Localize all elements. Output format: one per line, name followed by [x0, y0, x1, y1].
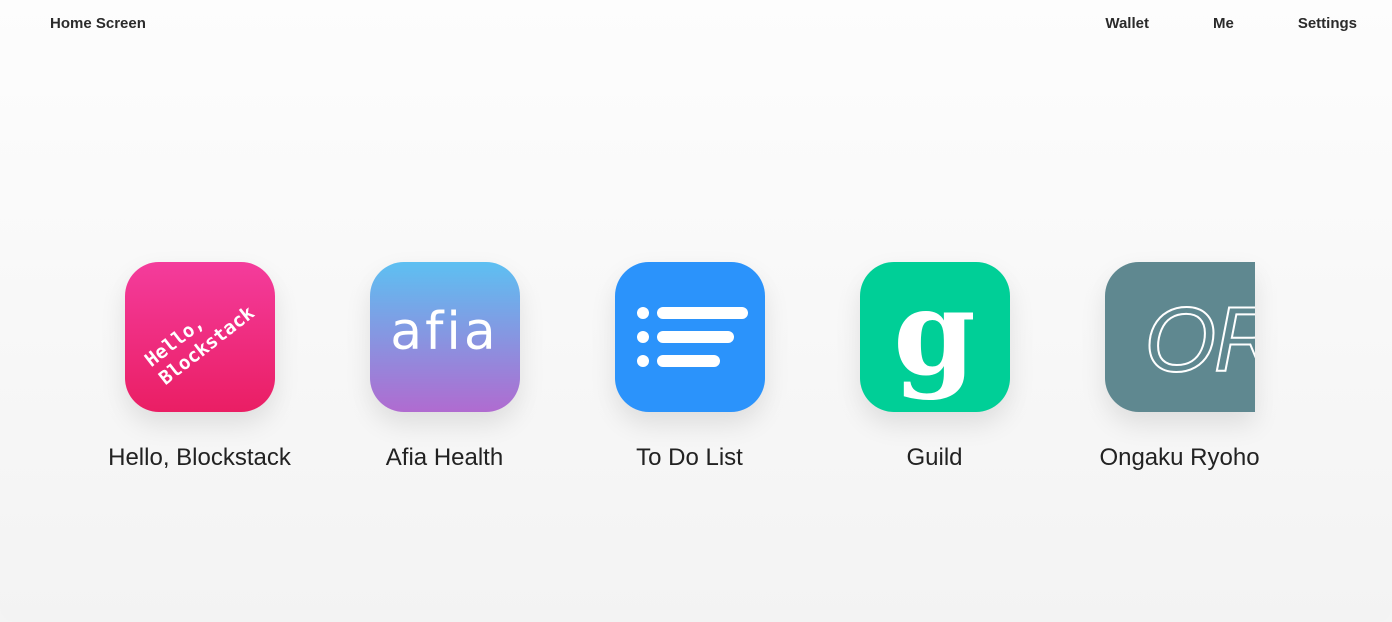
home-screen-window: Home Screen Wallet Me Settings Hello, Bl…: [0, 0, 1392, 622]
app-label[interactable]: Afia Health: [386, 444, 503, 472]
app-ongaku-ryoho[interactable]: OR Ongaku Ryoho: [1057, 262, 1302, 472]
app-label[interactable]: To Do List: [636, 444, 743, 472]
app-guild[interactable]: g Guild: [812, 262, 1057, 472]
list-lines-icon: [636, 307, 748, 367]
todo-list-icon[interactable]: [614, 262, 765, 412]
ongaku-ryoho-icon[interactable]: OR: [1104, 262, 1255, 412]
app-todo-list[interactable]: To Do List: [567, 262, 812, 472]
nav-me[interactable]: Me: [1213, 15, 1234, 32]
app-label[interactable]: Ongaku Ryoho: [1099, 444, 1259, 472]
guild-icon[interactable]: g: [859, 262, 1010, 412]
afia-health-icon-text: afia: [390, 302, 499, 362]
app-grid: Hello, Blockstack Hello, Blockstack afia…: [0, 262, 1392, 492]
hello-blockstack-icon[interactable]: Hello, Blockstack: [124, 262, 275, 412]
nav-home-screen[interactable]: Home Screen: [50, 15, 146, 32]
nav-settings[interactable]: Settings: [1298, 15, 1357, 32]
app-label[interactable]: Guild: [906, 444, 962, 472]
ongaku-ryoho-icon-text: OR: [1144, 289, 1255, 391]
nav-wallet[interactable]: Wallet: [1105, 15, 1149, 32]
app-hello-blockstack[interactable]: Hello, Blockstack Hello, Blockstack: [77, 262, 322, 472]
afia-health-icon[interactable]: afia: [369, 262, 520, 412]
app-label[interactable]: Hello, Blockstack: [108, 444, 291, 472]
hello-blockstack-icon-text: Hello, Blockstack: [140, 301, 259, 390]
guild-icon-text: g: [893, 263, 976, 402]
top-nav: Wallet Me Settings: [1041, 15, 1357, 32]
app-afia-health[interactable]: afia Afia Health: [322, 262, 567, 472]
